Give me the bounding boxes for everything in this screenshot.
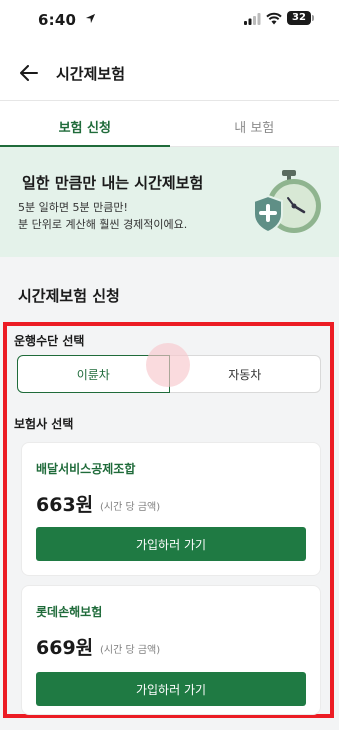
price-unit: (시간 당 금액) bbox=[100, 502, 161, 513]
back-arrow-icon bbox=[20, 65, 38, 81]
banner-title: 일한 만큼만 내는 시간제보험 bbox=[22, 174, 204, 192]
battery-icon: 32 bbox=[287, 11, 314, 25]
back-button[interactable] bbox=[16, 60, 42, 86]
location-arrow-icon bbox=[85, 13, 96, 24]
insurer-label: 보험사 선택 bbox=[14, 417, 74, 431]
insurer-card: 배달서비스공제조합 663원 (시간 당 금액) 가입하러 가기 bbox=[21, 442, 321, 576]
signal-icon bbox=[244, 13, 261, 25]
status-bar: 6:40 32 bbox=[0, 0, 339, 40]
wifi-icon bbox=[266, 12, 282, 25]
insurer-price: 669원 bbox=[36, 637, 94, 659]
watermark-stamp bbox=[146, 343, 190, 387]
vehicle-option-car[interactable]: 자동차 bbox=[169, 355, 321, 393]
banner-description: 5분 일하면 5분 만큼만! 분 단위로 계산해 훨씬 경제적이에요. bbox=[18, 201, 188, 231]
status-time: 6:40 bbox=[38, 11, 77, 29]
vehicle-label: 운행수단 선택 bbox=[14, 334, 85, 348]
insurer-price: 663원 bbox=[36, 494, 94, 516]
section-title: 시간제보험 신청 bbox=[18, 287, 120, 305]
insurer-name: 배달서비스공제조합 bbox=[36, 462, 136, 476]
tab-bar: 보험 신청 내 보험 bbox=[0, 101, 339, 147]
price-unit: (시간 당 금액) bbox=[100, 645, 161, 656]
app-header: 시간제보험 bbox=[0, 48, 339, 98]
join-button[interactable]: 가입하러 가기 bbox=[36, 527, 306, 561]
page-title: 시간제보험 bbox=[56, 65, 126, 83]
join-button[interactable]: 가입하러 가기 bbox=[36, 672, 306, 706]
stopwatch-shield-icon bbox=[253, 170, 321, 234]
tab-apply-insurance[interactable]: 보험 신청 bbox=[0, 101, 170, 147]
insurer-name: 롯데손해보험 bbox=[36, 605, 103, 619]
tab-my-insurance[interactable]: 내 보험 bbox=[170, 101, 339, 146]
insurer-card: 롯데손해보험 669원 (시간 당 금액) 가입하러 가기 bbox=[21, 585, 321, 715]
